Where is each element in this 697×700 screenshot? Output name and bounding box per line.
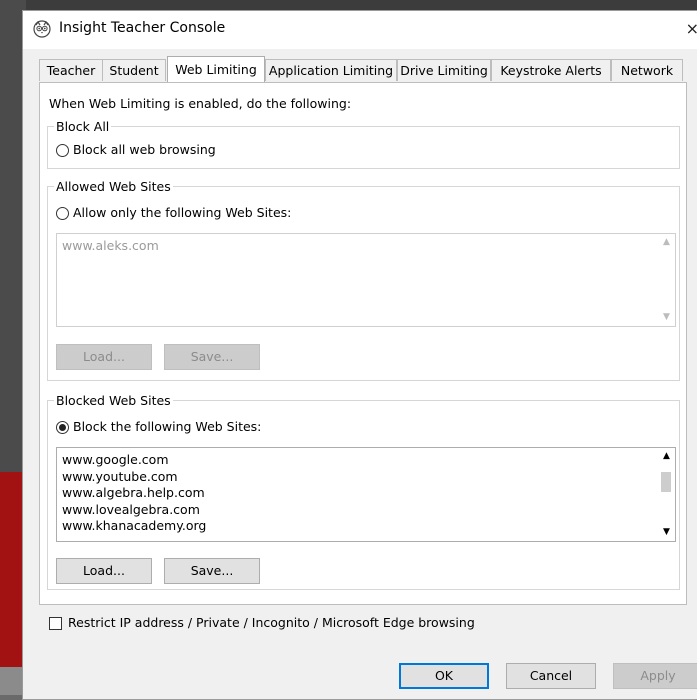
blocked-site-item: www.khanacademy.org [62, 518, 207, 533]
allowed-save-button[interactable]: Save... [164, 344, 260, 370]
blocked-sites-scrollbar[interactable]: ▲ ▼ [658, 448, 675, 541]
block-all-group: Block All Block all web browsing [47, 119, 680, 169]
allowed-sites-textbox[interactable]: www.aleks.com ▲ ▼ [56, 233, 676, 327]
owl-app-icon [33, 20, 51, 38]
restrict-browsing-label[interactable]: Restrict IP address / Private / Incognit… [68, 615, 475, 630]
tab-student[interactable]: Student [102, 59, 166, 81]
allow-only-radio[interactable] [56, 207, 69, 220]
allow-only-label[interactable]: Allow only the following Web Sites: [73, 205, 291, 220]
allowed-sites-text: www.aleks.com [62, 238, 159, 253]
restrict-browsing-checkbox[interactable] [49, 617, 62, 630]
insight-teacher-console-dialog: Insight Teacher Console × Teacher Studen… [22, 10, 697, 700]
blocked-sites-legend: Blocked Web Sites [54, 393, 173, 408]
blocked-site-item: www.algebra.help.com [62, 485, 205, 500]
apply-button[interactable]: Apply [613, 663, 697, 689]
intro-text: When Web Limiting is enabled, do the fol… [49, 96, 352, 111]
cancel-button[interactable]: Cancel [506, 663, 596, 689]
ok-button[interactable]: OK [399, 663, 489, 689]
scroll-up-icon[interactable]: ▲ [658, 448, 675, 465]
block-following-label[interactable]: Block the following Web Sites: [73, 419, 261, 434]
tab-teacher[interactable]: Teacher [39, 59, 103, 81]
block-all-legend: Block All [54, 119, 112, 134]
tab-application-limiting[interactable]: Application Limiting [265, 59, 397, 81]
tab-network[interactable]: Network [611, 59, 683, 81]
blocked-site-item: www.lovealgebra.com [62, 501, 200, 517]
scroll-down-icon[interactable]: ▼ [658, 309, 675, 326]
close-icon[interactable]: × [686, 19, 697, 38]
blocked-load-button[interactable]: Load... [56, 558, 152, 584]
block-all-label[interactable]: Block all web browsing [73, 142, 216, 157]
scroll-down-icon[interactable]: ▼ [658, 524, 675, 541]
tab-drive-limiting[interactable]: Drive Limiting [397, 59, 491, 81]
blocked-save-button[interactable]: Save... [164, 558, 260, 584]
tab-keystroke-alerts[interactable]: Keystroke Alerts [491, 59, 611, 81]
allowed-sites-group: Allowed Web Sites Allow only the followi… [47, 179, 680, 381]
blocked-site-item: www.youtube.com [62, 468, 178, 484]
allowed-sites-scrollbar[interactable]: ▲ ▼ [658, 234, 675, 326]
scroll-up-icon[interactable]: ▲ [658, 234, 675, 251]
allowed-load-button[interactable]: Load... [56, 344, 152, 370]
blocked-sites-list: www.google.com www.youtube.com www.algeb… [62, 452, 206, 535]
window-title: Insight Teacher Console [59, 20, 226, 36]
scroll-thumb[interactable] [661, 472, 671, 492]
tab-web-limiting[interactable]: Web Limiting [167, 56, 265, 82]
allowed-sites-legend: Allowed Web Sites [54, 179, 173, 194]
blocked-site-item: www.google.com [62, 452, 169, 467]
block-following-radio[interactable] [56, 421, 69, 434]
blocked-sites-group: Blocked Web Sites Block the following We… [47, 393, 680, 590]
blocked-sites-textbox[interactable]: www.google.com www.youtube.com www.algeb… [56, 447, 676, 542]
title-bar[interactable]: Insight Teacher Console × [23, 11, 697, 49]
web-limiting-panel: When Web Limiting is enabled, do the fol… [39, 82, 687, 605]
block-all-radio[interactable] [56, 144, 69, 157]
